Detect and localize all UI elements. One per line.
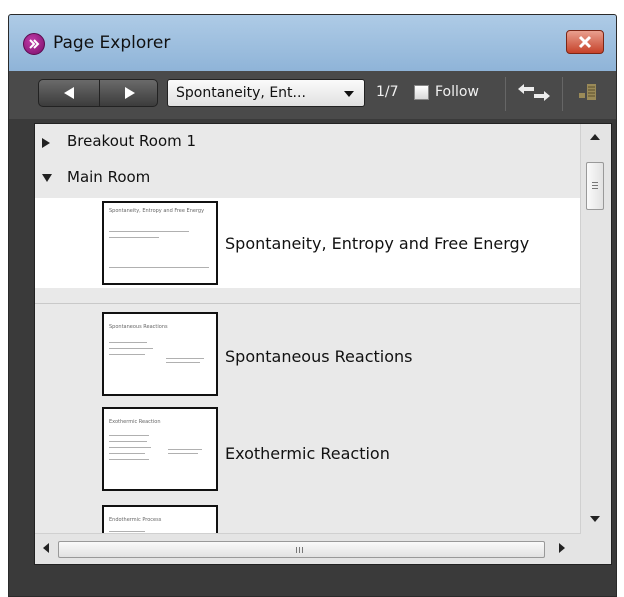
close-icon (578, 35, 592, 49)
page-row[interactable]: Spontaneity, Entropy and Free Energy Spo… (35, 198, 581, 288)
page-select-value: Spontaneity, Ent... (176, 85, 306, 101)
page-row[interactable]: Spontaneous Reactions Spontaneous Reacti… (35, 303, 581, 402)
page-thumbnail: Exothermic Reaction (102, 407, 218, 491)
scroll-left-icon[interactable] (43, 543, 49, 553)
page-row[interactable]: Exothermic Reaction Exothermic Reaction (35, 401, 581, 499)
group-header-main-room[interactable]: Main Room (35, 160, 581, 196)
page-list-button[interactable] (569, 79, 601, 107)
scrollbar-corner (581, 534, 611, 564)
toolbar-divider (505, 77, 506, 111)
previous-page-button[interactable] (39, 80, 99, 106)
window-title: Page Explorer (53, 33, 171, 53)
page-label: Spontaneous Reactions (225, 347, 413, 366)
thumbnail-title: Endothermic Process (109, 517, 162, 523)
arrow-left-icon (64, 87, 74, 99)
group-label: Main Room (67, 168, 151, 186)
page-label: Spontaneity, Entropy and Free Energy (225, 234, 530, 253)
page-thumbnail: Spontaneity, Entropy and Free Energy (102, 201, 218, 285)
sync-button[interactable] (514, 79, 554, 107)
page-nav-group (38, 79, 158, 107)
vertical-scroll-thumb[interactable] (586, 162, 604, 210)
sync-arrows-icon (518, 84, 550, 101)
horizontal-scroll-thumb[interactable] (58, 541, 545, 558)
scroll-right-icon[interactable] (559, 543, 565, 553)
chevron-down-icon (344, 91, 354, 97)
page-row[interactable]: Endothermic Process (35, 499, 581, 534)
toolbar-divider (562, 77, 563, 111)
page-explorer-window: Page Explorer Spontaneity, Ent... 1/7 Fo… (8, 14, 617, 597)
page-list-icon (579, 84, 596, 100)
page-thumbnail: Endothermic Process (102, 505, 218, 534)
scroll-up-icon[interactable] (590, 134, 600, 140)
vertical-scrollbar[interactable] (580, 124, 611, 534)
page-label: Exothermic Reaction (225, 444, 390, 463)
triangle-down-icon (42, 174, 52, 182)
group-header-breakout-room-1[interactable]: Breakout Room 1 (35, 124, 581, 160)
page-list-panel: Breakout Room 1 Main Room Spontaneity, E… (34, 123, 612, 565)
triangle-right-icon (42, 138, 50, 148)
toolbar: Spontaneity, Ent... 1/7 Follow (9, 71, 616, 119)
page-count: 1/7 (376, 84, 399, 100)
thumbnail-title: Spontaneous Reactions (109, 324, 168, 330)
page-select-dropdown[interactable]: Spontaneity, Ent... (167, 79, 365, 107)
thumbnail-title: Exothermic Reaction (109, 419, 161, 425)
title-bar[interactable]: Page Explorer (9, 15, 616, 71)
page-thumbnail: Spontaneous Reactions (102, 312, 218, 396)
follow-checkbox[interactable] (414, 85, 429, 100)
thumbnail-title: Spontaneity, Entropy and Free Energy (109, 208, 205, 214)
close-button[interactable] (566, 30, 604, 54)
app-logo-icon (23, 33, 45, 55)
next-page-button[interactable] (99, 80, 160, 106)
group-label: Breakout Room 1 (67, 132, 197, 150)
follow-label[interactable]: Follow (435, 84, 479, 100)
arrow-right-icon (125, 87, 135, 99)
horizontal-scrollbar[interactable] (35, 533, 581, 564)
scroll-down-icon[interactable] (590, 516, 600, 522)
